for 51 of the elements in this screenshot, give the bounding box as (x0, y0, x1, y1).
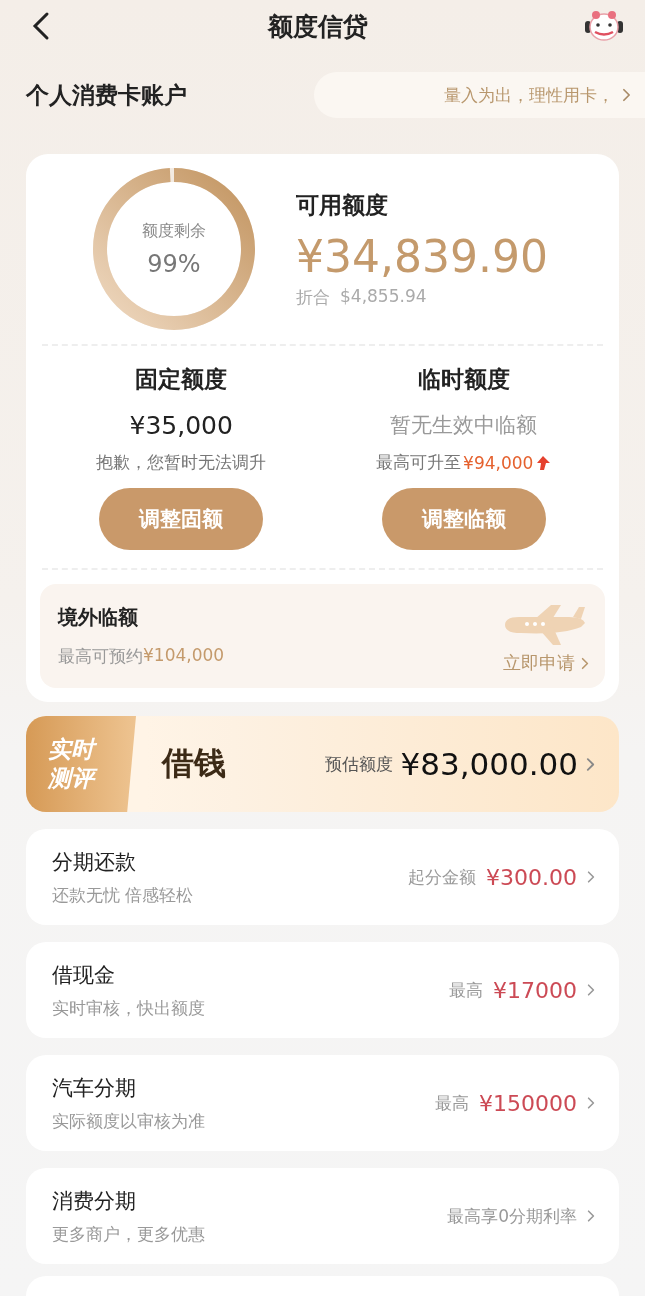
chevron-icon (587, 983, 595, 997)
service-label: 最高 (435, 1091, 469, 1115)
loan-title: 借钱 (162, 743, 226, 784)
chevron-icon (622, 88, 631, 102)
service-subtitle: 实时审核，快出额度 (52, 996, 205, 1020)
ring-label: 额度剩余 (142, 220, 206, 242)
overseas-title: 境外临额 (58, 604, 139, 631)
limit-note: 最高可升至 (376, 451, 462, 474)
service-amount: ¥300.00 (486, 864, 577, 890)
overseas-note: 最高可预约 (58, 645, 143, 668)
limit-title: 固定额度 (135, 365, 228, 394)
overseas-amount: ¥104,000 (143, 645, 225, 667)
mascot-icon[interactable] (583, 10, 625, 42)
available-label: 可用额度 (296, 190, 389, 220)
service-card[interactable]: 借现金 实时审核，快出额度 最高 ¥17000 (26, 942, 619, 1038)
service-subtitle: 更多商户，更多优惠 (52, 1222, 205, 1246)
evaluation-badge: 实时 测评 (26, 716, 136, 812)
service-subtitle: 还款无忧 倍感轻松 (52, 883, 194, 907)
service-title: 借现金 (52, 961, 116, 989)
up-arrow-icon (535, 454, 552, 471)
limit-status: 暂无生效中临额 (390, 412, 538, 439)
chevron-icon (587, 1209, 595, 1223)
loan-banner[interactable]: 实时 测评 借钱 预估额度 ¥83,000.00 (26, 716, 619, 812)
converted-label: 折合 (296, 285, 330, 309)
limit-max-amount: ¥94,000 (463, 452, 534, 473)
service-card[interactable]: 汽车分期 实际额度以审核为准 最高 ¥150000 (26, 1055, 619, 1151)
available-amount: ¥34,839.90 (296, 230, 548, 282)
account-title: 个人消费卡账户 (26, 80, 187, 110)
service-title: 汽车分期 (52, 1074, 137, 1102)
limit-amount: ¥35,000 (129, 409, 233, 441)
chevron-icon (581, 656, 589, 670)
limit-title: 临时额度 (417, 365, 510, 394)
service-card[interactable]: 分期还款 还款无忧 倍感轻松 起分金额 ¥300.00 (26, 829, 619, 925)
service-subtitle: 实际额度以审核为准 (52, 1109, 205, 1133)
chevron-icon (586, 756, 595, 772)
chevron-icon (587, 870, 595, 884)
service-label: 起分金额 (408, 865, 476, 889)
service-label: 最高享0分期利率 (447, 1204, 577, 1228)
page-title: 额度信贷 (267, 10, 368, 43)
service-amount: ¥150000 (479, 1090, 577, 1116)
estimate-label: 预估额度 (324, 752, 393, 776)
ring-percentage: 99% (147, 249, 201, 278)
service-card[interactable]: 消费分期 更多商户，更多优惠 最高享0分期利率 (26, 1168, 619, 1264)
limit-note: 抱歉，您暂时无法调升 (96, 451, 267, 474)
estimate-amount: ¥83,000.00 (400, 746, 578, 782)
chevron-icon (587, 1096, 595, 1110)
service-amount: ¥17000 (493, 977, 577, 1003)
service-title: 分期还款 (52, 848, 137, 876)
service-label: 最高 (449, 978, 483, 1002)
service-title: 消费分期 (52, 1187, 137, 1215)
converted-amount: $4,855.94 (340, 285, 427, 308)
